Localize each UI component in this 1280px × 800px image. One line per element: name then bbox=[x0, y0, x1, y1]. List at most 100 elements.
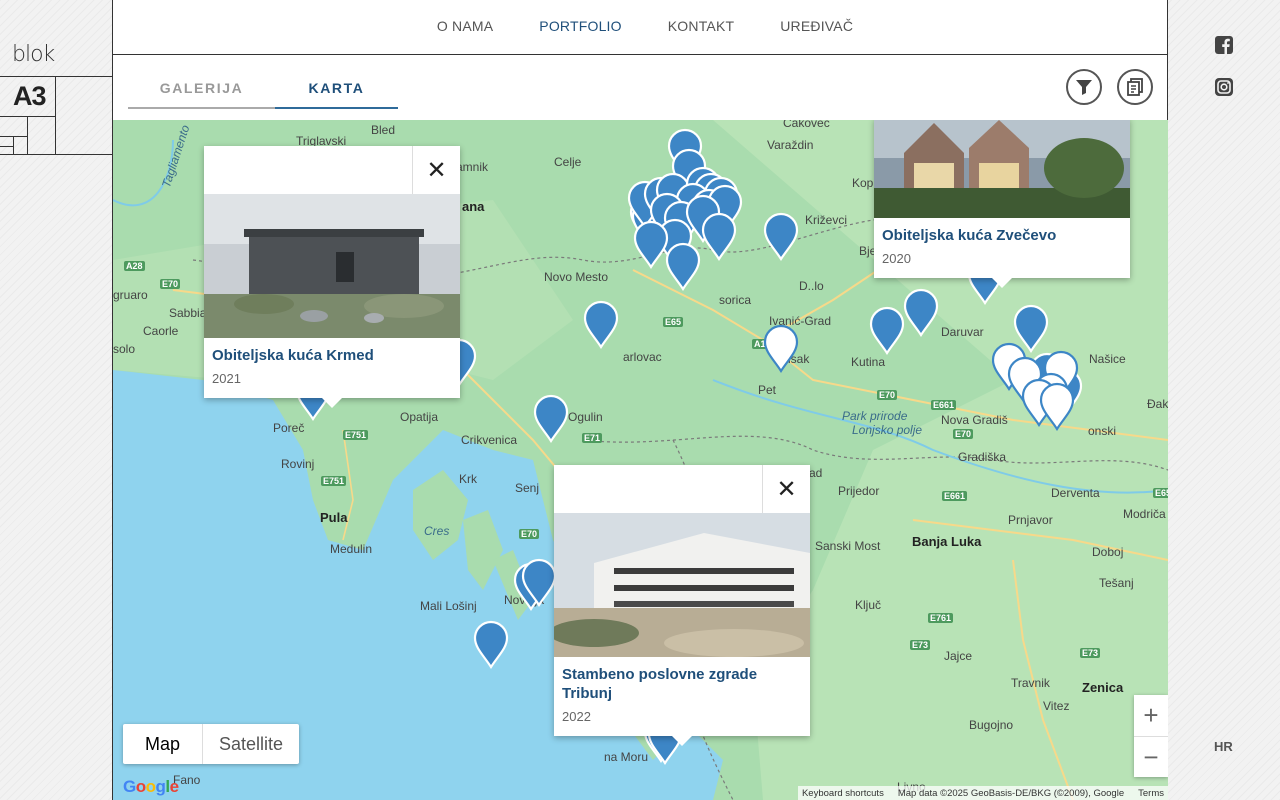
map-label: D..lo bbox=[799, 279, 824, 293]
project-marker-selected-icon[interactable] bbox=[1038, 382, 1076, 432]
map-label: Bled bbox=[371, 123, 396, 137]
map-label: Derventa bbox=[1051, 486, 1100, 500]
map-label: Caorle bbox=[143, 324, 179, 338]
keyboard-shortcuts-link[interactable]: Keyboard shortcuts bbox=[802, 788, 884, 799]
map-label: Cres bbox=[424, 524, 450, 538]
map-label: Pula bbox=[320, 510, 348, 525]
nav-uredivac[interactable]: UREĐIVAČ bbox=[780, 18, 853, 54]
map-label: Krk bbox=[459, 472, 477, 486]
terms-link[interactable]: Terms bbox=[1138, 788, 1164, 799]
popup-year: 2021 bbox=[212, 371, 241, 386]
road-marker: E661 bbox=[942, 491, 968, 501]
google-logo[interactable]: Google bbox=[123, 777, 179, 797]
popup-photo[interactable] bbox=[204, 194, 460, 338]
map-label: Nova Gradiš bbox=[941, 413, 1008, 427]
road-marker: E751 bbox=[343, 430, 369, 440]
map-label: Vitez bbox=[1043, 699, 1070, 713]
map-label: Crikvenica bbox=[461, 433, 518, 447]
project-marker-icon[interactable] bbox=[664, 242, 702, 292]
popup-title[interactable]: Obiteljska kuća Krmed bbox=[204, 338, 460, 365]
project-marker-icon[interactable] bbox=[762, 212, 800, 262]
nav-o-nama[interactable]: O NAMA bbox=[437, 18, 493, 54]
popup-title[interactable]: Obiteljska kuća Zvečevo bbox=[874, 218, 1130, 245]
zoom-control: + − bbox=[1134, 695, 1168, 777]
road-marker: E661 bbox=[931, 400, 957, 410]
logo-column: blok A3 bbox=[0, 0, 113, 800]
facebook-icon[interactable] bbox=[1214, 35, 1234, 55]
zoom-in-button[interactable]: + bbox=[1134, 695, 1168, 736]
popup-zvecevo[interactable]: Obiteljska kuća Zvečevo 2020 bbox=[874, 120, 1130, 288]
view-tabs: GALERIJA KARTA bbox=[128, 76, 398, 109]
map-type-map-button[interactable]: Map bbox=[123, 724, 204, 764]
project-marker-icon[interactable] bbox=[700, 212, 738, 262]
tab-karta[interactable]: KARTA bbox=[275, 76, 398, 109]
map-data-text: Map data ©2025 GeoBasis-DE/BKG (©2009), … bbox=[897, 787, 1125, 799]
project-marker-selected-icon[interactable] bbox=[762, 324, 800, 374]
road-marker: E73 bbox=[910, 640, 931, 650]
road-marker: E65 bbox=[1153, 488, 1168, 498]
map-label: Travnik bbox=[1011, 676, 1050, 690]
map-attribution: Keyboard shortcuts Map data ©2025 GeoBas… bbox=[797, 786, 1168, 800]
map-label: Prnjavor bbox=[1008, 513, 1053, 527]
map[interactable]: Bled Triglavski Celje amnik ana Novo Mes… bbox=[113, 120, 1168, 800]
map-label: Zenica bbox=[1082, 680, 1124, 695]
popup-tribunj[interactable]: ✕ Stambeno poslovne zgrade Tribunj 2022 bbox=[554, 465, 810, 746]
road-marker: E70 bbox=[877, 390, 898, 400]
map-label: Sabbia bbox=[169, 306, 207, 320]
map-label: Čakovec bbox=[783, 120, 830, 130]
house-photo bbox=[874, 120, 1130, 218]
map-label: Daruvar bbox=[941, 325, 984, 339]
map-type-satellite-button[interactable]: Satellite bbox=[203, 724, 299, 764]
road-marker: E70 bbox=[953, 429, 974, 439]
map-label: onski bbox=[1088, 424, 1117, 438]
popup-header: ✕ bbox=[554, 465, 810, 513]
popup-header: ✕ bbox=[204, 146, 460, 194]
close-icon[interactable]: ✕ bbox=[762, 465, 810, 513]
instagram-icon[interactable] bbox=[1214, 77, 1234, 97]
map-label: Jajce bbox=[944, 649, 973, 663]
popup-title[interactable]: Stambeno poslovne zgrade Tribunj bbox=[554, 657, 810, 703]
map-label: Našice bbox=[1089, 352, 1126, 366]
popup-tail bbox=[322, 398, 342, 408]
filter-button[interactable] bbox=[1066, 69, 1102, 105]
nav-kontakt[interactable]: KONTAKT bbox=[668, 18, 734, 54]
tab-galerija[interactable]: GALERIJA bbox=[128, 76, 275, 109]
map-label: Novo Mesto bbox=[544, 270, 609, 284]
project-marker-icon[interactable] bbox=[520, 558, 558, 608]
project-marker-icon[interactable] bbox=[902, 288, 940, 338]
road-marker: E751 bbox=[321, 476, 347, 486]
popup-photo[interactable] bbox=[874, 120, 1130, 218]
project-marker-icon[interactable] bbox=[532, 394, 570, 444]
map-label: Senj bbox=[515, 481, 540, 495]
project-marker-icon[interactable] bbox=[472, 620, 510, 670]
logo-rule bbox=[0, 146, 13, 147]
map-label: sorica bbox=[719, 293, 752, 307]
road-marker: E73 bbox=[1080, 648, 1101, 658]
map-label: Modriča bbox=[1123, 507, 1166, 521]
logo[interactable]: blok A3 bbox=[0, 38, 113, 155]
map-label: Pet bbox=[758, 383, 777, 397]
project-marker-icon[interactable] bbox=[868, 306, 906, 356]
popup-photo[interactable] bbox=[554, 513, 810, 657]
map-label: Bugojno bbox=[969, 718, 1014, 732]
popup-tail bbox=[672, 736, 692, 746]
map-label: Mali Lošinj bbox=[420, 599, 477, 613]
project-marker-icon[interactable] bbox=[582, 300, 620, 350]
close-icon[interactable]: ✕ bbox=[412, 146, 460, 194]
map-label: gruaro bbox=[113, 288, 148, 302]
logo-mark: A3 bbox=[13, 81, 47, 111]
road-marker: E71 bbox=[582, 433, 603, 443]
logo-rule bbox=[27, 116, 28, 155]
documents-button[interactable] bbox=[1117, 69, 1153, 105]
road-marker: E65 bbox=[663, 317, 684, 327]
top-nav: O NAMA PORTFOLIO KONTAKT UREĐIVAČ bbox=[113, 0, 1167, 55]
zoom-out-button[interactable]: − bbox=[1134, 736, 1168, 777]
map-label: Križevci bbox=[805, 213, 848, 227]
road-marker: E761 bbox=[928, 613, 954, 623]
map-label: Varaždin bbox=[767, 138, 814, 152]
map-label: Celje bbox=[554, 155, 582, 169]
nav-portfolio[interactable]: PORTFOLIO bbox=[539, 18, 621, 54]
map-label: Kutina bbox=[851, 355, 886, 369]
language-switch[interactable]: HR bbox=[1214, 739, 1233, 754]
popup-krmed[interactable]: ✕ Obiteljska kuća Krmed 2021 bbox=[204, 146, 460, 408]
